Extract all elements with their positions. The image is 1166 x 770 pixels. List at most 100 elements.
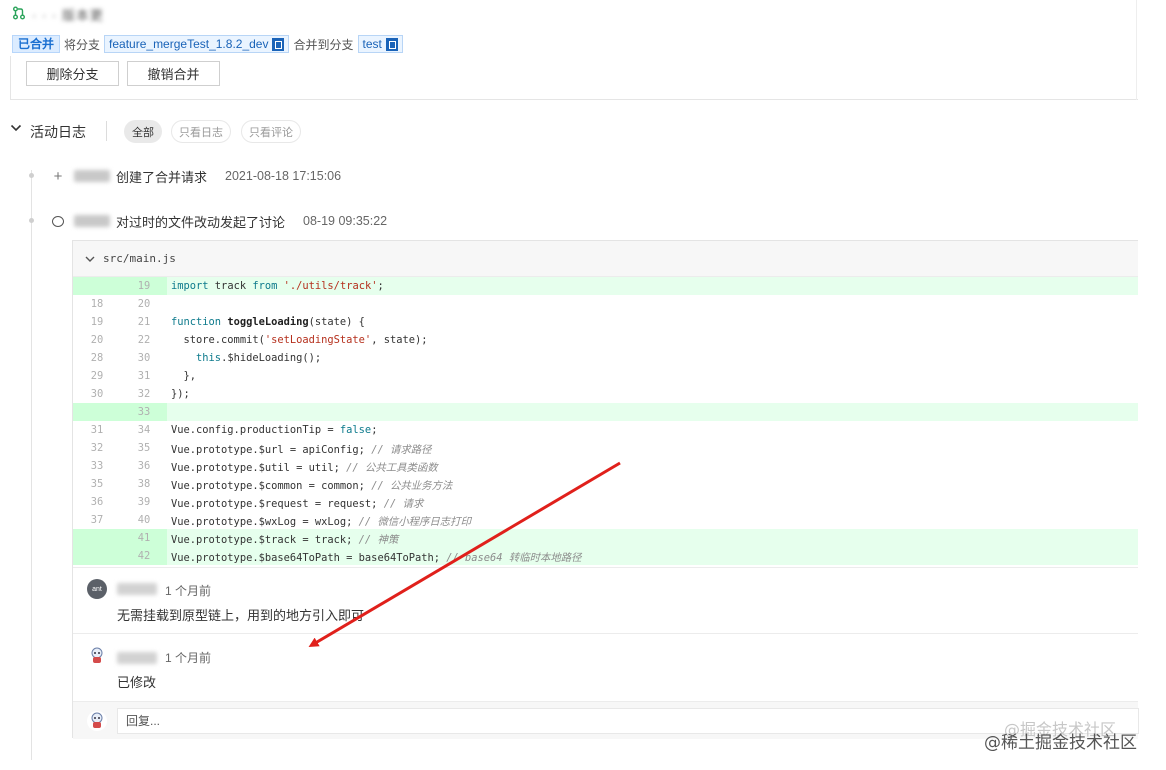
copy-icon[interactable] [385,37,398,51]
code-line: 33 36 Vue.prototype.$util = util; // 公共工具类… [73,457,1138,475]
old-line-number: 32 [90,442,104,454]
old-line-number: 28 [90,352,104,364]
new-line-number: 22 [137,334,151,346]
old-line-number [73,547,121,565]
new-line-number: 39 [137,496,151,508]
code-line: 18 20 [73,295,1138,313]
code-text: Vue.prototype.$track = track; // 神策 [171,533,399,546]
target-branch-tag[interactable]: test [357,35,403,53]
filter-comments-only[interactable]: 只看评论 [241,120,301,143]
new-line-number: 35 [137,442,151,454]
code-line: 36 39 Vue.prototype.$request = request; //… [73,493,1138,511]
comment-item: 1 个月前 已修改 [73,633,1138,701]
old-line-number: 20 [90,334,104,346]
new-line-number: 31 [137,370,151,382]
old-line-number: 31 [90,424,104,436]
event-text: 创建了合并请求 [116,169,208,185]
code-text: Vue.prototype.$base64ToPath = base64ToPa… [171,551,582,564]
old-line-number: 29 [90,370,104,382]
old-line-number: 19 [90,316,104,328]
old-line-number [73,529,121,547]
divider [106,121,107,141]
mascot-icon [91,712,103,728]
timeline-event-discussion: 对过时的文件改动发起了讨论 08-19 09:35:22 [52,212,387,230]
code-text: Vue.prototype.$request = request; // 请求 [171,497,424,510]
file-header[interactable]: src/main.js [73,241,1138,277]
chat-icon [52,215,64,227]
code-text: this.$hideLoading(); [196,352,322,364]
chevron-down-icon[interactable] [10,122,22,134]
plus-icon: + [53,167,63,185]
avatar [74,215,110,227]
code-line: 35 38 Vue.prototype.$common = common; // 公… [73,475,1138,493]
code-text: }, [171,370,197,382]
avatar[interactable] [87,646,107,666]
code-line: 29 31 }, [73,367,1138,385]
event-time: 2021-08-18 17:15:06 [225,169,342,183]
new-line-number: 42 [121,547,167,565]
code-line: 41 Vue.prototype.$track = track; // 神策 [73,529,1138,547]
code-line: 19 import track from './utils/track'; [73,277,1138,295]
file-name: src/main.js [103,252,176,265]
watermark: @稀土掘金技术社区 [984,733,1137,753]
discussion-card: src/main.js 19 import track from './utils… [72,240,1139,739]
new-line-number: 21 [137,316,151,328]
source-prefix: 将分支 [64,37,101,52]
new-line-number: 20 [137,298,151,310]
old-line-number: 35 [90,478,104,490]
merge-meta-row: 已合并 将分支 feature_mergeTest_1.8.2_dev 合并到分… [12,35,403,53]
activity-log-title: 活动日志 [30,124,86,140]
comment-text: 已修改 [117,675,157,690]
old-line-number: 33 [90,460,104,472]
timeline-event-created: + 创建了合并请求 2021-08-18 17:15:06 [52,167,341,185]
code-line: 37 40 Vue.prototype.$wxLog = wxLog; // 微信小… [73,511,1138,529]
timeline-dot [29,218,34,223]
avatar [87,711,107,731]
target-prefix: 合并到分支 [293,37,354,52]
filter-logs-only[interactable]: 只看日志 [171,120,231,143]
status-badge: 已合并 [12,35,61,53]
divider [1136,0,1137,100]
code-line: 20 22 store.commit('setLoadingState', sta… [73,331,1138,349]
code-text: function toggleLoading(state) { [171,316,365,328]
comment-text: 无需挂载到原型链上，用到的地方引入即可 [117,608,365,623]
chevron-down-icon[interactable] [85,254,95,264]
code-line: 42 Vue.prototype.$base64ToPath = base64To… [73,547,1138,565]
code-line: 32 35 Vue.prototype.$url = apiConfig; // 请… [73,439,1138,457]
reply-bar: 回复... [73,701,1139,739]
code-line: 19 21 function toggleLoading(state) { [73,313,1138,331]
source-branch-name: feature_mergeTest_1.8.2_dev [109,37,269,51]
event-text: 对过时的文件改动发起了讨论 [116,214,286,230]
timeline-dot [29,173,34,178]
new-line-number: 34 [137,424,151,436]
new-line-number: 40 [137,514,151,526]
delete-branch-button[interactable]: 删除分支 [26,61,119,86]
old-line-number [73,403,121,421]
avatar[interactable]: ant [87,579,107,599]
old-line-number: 30 [90,388,104,400]
new-line-number: 30 [137,352,151,364]
code-line: 31 34 Vue.config.productionTip = false; [73,421,1138,439]
filter-all[interactable]: 全部 [124,120,162,143]
new-line-number: 33 [121,403,167,421]
code-line: 28 30 this.$hideLoading(); [73,349,1138,367]
event-time: 08-19 09:35:22 [303,214,388,228]
target-branch-name: test [362,37,382,51]
code-text: Vue.prototype.$wxLog = wxLog; // 微信小程序日志… [171,515,471,528]
copy-icon[interactable] [272,37,285,51]
comment-time: 1 个月前 [165,584,212,598]
new-line-number: 38 [137,478,151,490]
old-line-number: 18 [90,298,104,310]
code-text: Vue.prototype.$url = apiConfig; // 请求路径 [171,443,432,456]
comment-author [117,652,157,664]
code-text: Vue.prototype.$util = util; // 公共工具类函数 [171,461,438,474]
mascot-icon [91,647,103,663]
old-line-number: 37 [90,514,104,526]
comment-author [117,583,157,595]
code-text: store.commit('setLoadingState', state); [171,334,428,346]
code-text: Vue.prototype.$common = common; // 公共业务方… [171,479,453,492]
revert-merge-button[interactable]: 撤销合并 [127,61,220,86]
source-branch-tag[interactable]: feature_mergeTest_1.8.2_dev [104,35,290,53]
timeline-line [31,170,32,760]
code-text: Vue.config.productionTip = false; [171,424,378,436]
